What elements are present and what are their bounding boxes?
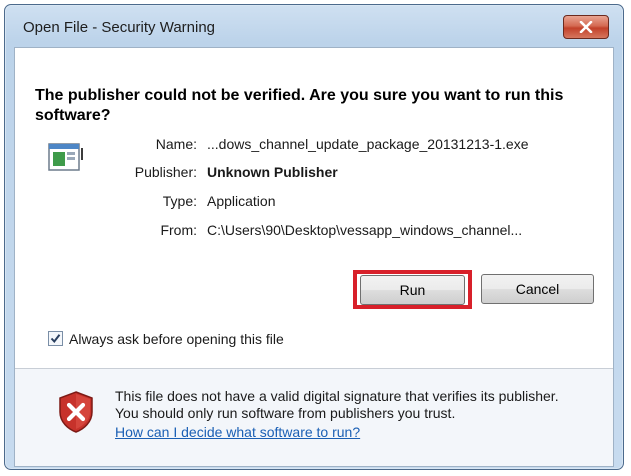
security-shield-icon <box>59 391 93 433</box>
type-value: Application <box>207 193 276 209</box>
help-link[interactable]: How can I decide what software to run? <box>115 424 360 440</box>
checkmark-icon <box>50 334 61 344</box>
window-title: Open File - Security Warning <box>23 19 216 36</box>
title-bar[interactable]: Open File - Security Warning <box>5 5 623 45</box>
from-value: C:\Users\90\Desktop\vessapp_windows_chan… <box>207 222 523 238</box>
always-ask-label[interactable]: Always ask before opening this file <box>69 331 284 347</box>
always-ask-checkbox[interactable] <box>48 331 63 346</box>
name-label: Name: <box>155 136 197 152</box>
publisher-label: Publisher: <box>134 164 197 180</box>
close-icon <box>579 21 593 33</box>
close-button[interactable] <box>563 15 609 39</box>
publisher-value: Unknown Publisher <box>207 164 338 180</box>
cancel-button[interactable]: Cancel <box>481 274 594 304</box>
signature-warning-text: This file does not have a valid digital … <box>115 388 559 421</box>
security-warning-dialog: Open File - Security Warning The publish… <box>4 4 624 470</box>
dialog-content: The publisher could not be verified. Are… <box>14 47 614 467</box>
run-button[interactable]: Run <box>360 275 465 305</box>
publisher-question: The publisher could not be verified. Are… <box>35 87 564 124</box>
from-label: From: <box>160 222 197 238</box>
name-value: ...dows_channel_update_package_20131213-… <box>207 136 529 152</box>
application-file-icon <box>48 143 83 171</box>
type-label: Type: <box>162 193 197 209</box>
